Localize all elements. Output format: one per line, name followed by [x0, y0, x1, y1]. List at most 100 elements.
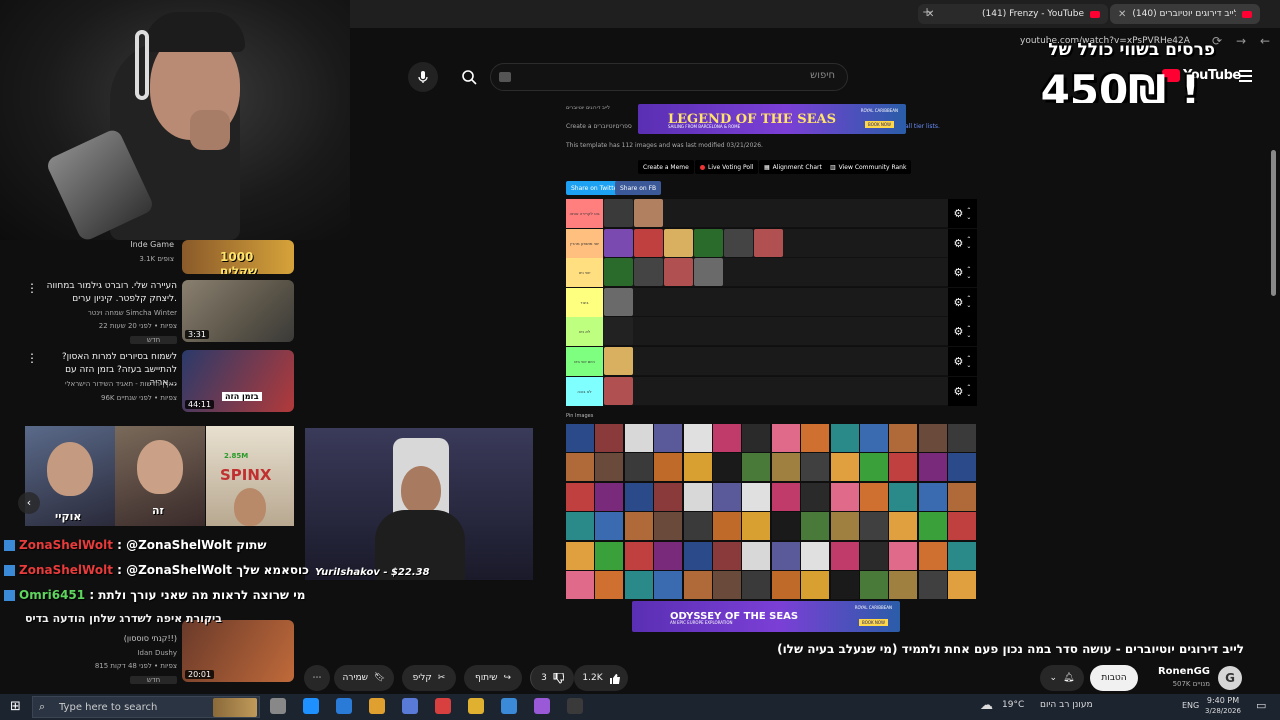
pin-image[interactable]: [742, 424, 771, 452]
pin-image[interactable]: [860, 512, 888, 541]
all-tier-lists-link[interactable]: all tier lists.: [905, 123, 940, 130]
pin-image[interactable]: [830, 571, 859, 599]
gear-icon[interactable]: ⚙: [954, 325, 964, 338]
gear-icon[interactable]: ⚙: [954, 296, 964, 309]
tier-row[interactable]: ביגוד ⚙ ⌃ ⌄: [566, 287, 977, 317]
pin-image[interactable]: [889, 453, 918, 482]
tier-controls[interactable]: ⚙ ⌃ ⌄: [948, 258, 977, 288]
pin-image[interactable]: [683, 571, 712, 599]
like-button[interactable]: 1.2K: [574, 665, 628, 691]
pin-image[interactable]: [654, 541, 683, 570]
pin-image[interactable]: [713, 424, 741, 452]
pin-image[interactable]: [860, 482, 888, 511]
pin-image[interactable]: [830, 512, 859, 541]
copilot-icon[interactable]: [369, 698, 385, 714]
move-arrows-icon[interactable]: ⌃ ⌄: [966, 295, 971, 309]
pin-image[interactable]: [948, 453, 977, 482]
tier-row[interactable]: יוטי ניט ⚙ ⌃ ⌄: [566, 258, 977, 288]
move-arrows-icon[interactable]: ⌃ ⌄: [966, 384, 971, 398]
tier-item-image[interactable]: [694, 228, 723, 257]
close-icon[interactable]: ✕: [1118, 9, 1126, 20]
pin-image[interactable]: [654, 512, 683, 541]
pin-image[interactable]: [801, 424, 830, 452]
app-icon[interactable]: [501, 698, 517, 714]
pin-image[interactable]: [654, 482, 683, 511]
tier-row[interactable]: לא בוכה ⚙ ⌃ ⌄: [566, 376, 977, 406]
pin-image[interactable]: [830, 453, 859, 482]
channel-name[interactable]: Inde Game: [60, 240, 174, 249]
ad-banner-top[interactable]: LEGEND OF THE SEAS SAILING FROM BARCELON…: [638, 104, 906, 134]
tier-item-image[interactable]: [634, 258, 663, 287]
pin-image[interactable]: [860, 453, 888, 482]
share-button[interactable]: שיתוף ↪: [464, 665, 522, 691]
pin-image[interactable]: [654, 453, 683, 482]
keyboard-icon[interactable]: [499, 72, 511, 82]
pin-image[interactable]: [624, 541, 653, 570]
input-language[interactable]: ENG: [1182, 701, 1199, 710]
pin-image[interactable]: [742, 512, 771, 541]
tier-label[interactable]: היום יוטי ביט: [566, 347, 603, 376]
files-icon[interactable]: [468, 698, 484, 714]
pin-image[interactable]: [801, 482, 830, 511]
tier-controls[interactable]: ⚙ ⌃ ⌄: [948, 199, 977, 228]
tier-label[interactable]: גוט לקרירה אותה: [566, 199, 603, 228]
tier-item-image[interactable]: [604, 258, 633, 287]
tier-item-image[interactable]: [664, 228, 693, 257]
tier-item-image[interactable]: [664, 258, 693, 287]
pin-image[interactable]: [595, 541, 624, 570]
pin-image[interactable]: [948, 571, 977, 599]
tier-item-image[interactable]: [604, 317, 633, 346]
tier-controls[interactable]: ⚙ ⌃ ⌄: [948, 228, 977, 258]
pin-image[interactable]: [948, 424, 977, 452]
pin-image[interactable]: [801, 453, 830, 482]
tier-controls[interactable]: ⚙ ⌃ ⌄: [948, 376, 977, 406]
pin-image[interactable]: [566, 512, 594, 541]
pin-image[interactable]: [860, 571, 888, 599]
alignment-chart-button[interactable]: ▦ Alignment Chart: [759, 160, 827, 174]
pin-image[interactable]: [624, 424, 653, 452]
more-actions-button[interactable]: ⋯: [304, 665, 330, 691]
ad-cta[interactable]: BOOK NOW: [865, 121, 894, 128]
pin-image[interactable]: [713, 512, 741, 541]
back-icon[interactable]: ←: [1260, 34, 1270, 48]
tier-item-image[interactable]: [754, 228, 783, 257]
discord-icon[interactable]: [534, 698, 550, 714]
video-thumbnail[interactable]: 44:11 בזמן הזה: [182, 350, 294, 412]
channel-name[interactable]: שמחה וינטר Simcha Winter: [40, 309, 177, 317]
tier-row[interactable]: לא ניט ⚙ ⌃ ⌄: [566, 317, 977, 347]
pin-image[interactable]: [948, 541, 977, 570]
pin-image[interactable]: [683, 453, 712, 482]
pin-image[interactable]: [595, 571, 624, 599]
move-arrows-icon[interactable]: ⌃ ⌄: [966, 325, 971, 339]
pin-image[interactable]: [566, 571, 594, 599]
tier-item-image[interactable]: [604, 376, 633, 405]
pin-image[interactable]: [860, 424, 888, 452]
app-icon[interactable]: [402, 698, 418, 714]
pin-image[interactable]: [624, 571, 653, 599]
carousel-prev-button[interactable]: ‹: [18, 492, 40, 514]
store-icon[interactable]: [336, 698, 352, 714]
pin-image[interactable]: [683, 541, 712, 570]
pin-image[interactable]: [771, 512, 800, 541]
gear-icon[interactable]: ⚙: [954, 355, 964, 368]
move-arrows-icon[interactable]: ⌃ ⌄: [966, 355, 971, 369]
tier-controls[interactable]: ⚙ ⌃ ⌄: [948, 347, 977, 376]
tier-row[interactable]: גוט לקרירה אותה ⚙ ⌃ ⌄: [566, 199, 977, 228]
video-title[interactable]: ביקורת איפה לשדרג שלחן הודעה בדיס: [0, 612, 222, 625]
move-arrows-icon[interactable]: ⌃ ⌄: [966, 207, 971, 221]
pin-image[interactable]: [860, 541, 888, 570]
pin-image[interactable]: [801, 512, 830, 541]
tier-row[interactable]: היום יוטי ביט ⚙ ⌃ ⌄: [566, 347, 977, 376]
pin-image[interactable]: [713, 482, 741, 511]
pin-image[interactable]: [889, 482, 918, 511]
pin-image[interactable]: [830, 424, 859, 452]
pin-image[interactable]: [566, 453, 594, 482]
pin-image[interactable]: [948, 482, 977, 511]
tier-label[interactable]: לא ניט: [566, 317, 603, 347]
clip-button[interactable]: קליפ ✂: [402, 665, 456, 691]
pin-image[interactable]: [624, 482, 653, 511]
video-title[interactable]: העיירה שלי. רוברט גילמור במחווה ליצחק קל…: [40, 280, 177, 306]
video-thumbnail[interactable]: 20:01: [182, 620, 294, 682]
pin-image[interactable]: [566, 541, 594, 570]
pin-image[interactable]: [771, 453, 800, 482]
